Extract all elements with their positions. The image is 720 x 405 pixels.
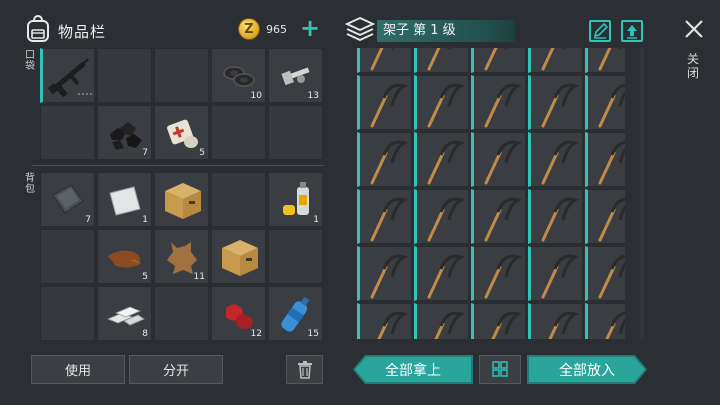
pocket-slot-empty[interactable] <box>40 105 95 160</box>
pocket-slot-empty[interactable] <box>97 48 152 103</box>
shelf-slot-sickle[interactable] <box>528 303 583 339</box>
shelf-slot-sickle[interactable] <box>357 48 412 73</box>
shelf-slot-sickle[interactable] <box>357 246 412 301</box>
shelf-icon <box>345 17 375 41</box>
backpack-slot-aluminum-plate[interactable]: 1 <box>97 172 152 227</box>
pocket-slot-coal[interactable]: 7 <box>97 105 152 160</box>
shelf-slot-sickle[interactable] <box>414 48 469 73</box>
shelf-slot-sickle[interactable] <box>528 189 583 244</box>
trash-icon <box>297 360 312 379</box>
shelf-title: 架子 第 1 级 <box>377 20 515 42</box>
backpack-icon <box>27 15 49 42</box>
shelf-slot-sickle[interactable] <box>471 189 526 244</box>
backpack-slot-empty[interactable] <box>268 229 323 284</box>
edit-icon[interactable] <box>589 20 611 42</box>
shelf-slot-sickle[interactable] <box>585 303 625 339</box>
shelf-slot-sickle[interactable] <box>471 48 526 73</box>
backpack-slot-empty[interactable] <box>211 172 266 227</box>
take-all-button[interactable]: 全部拿上 <box>353 355 473 384</box>
item-quantity: 5 <box>199 148 205 158</box>
section-divider <box>32 165 324 166</box>
shelf-slot-sickle[interactable] <box>585 246 625 301</box>
backpack-slot-empty[interactable] <box>40 286 95 341</box>
shelf-slot-sickle[interactable] <box>528 75 583 130</box>
backpack-slot-animal-hide[interactable]: 11 <box>154 229 209 284</box>
item-quantity: 1 <box>313 215 319 225</box>
shelf-slot-sickle[interactable] <box>414 189 469 244</box>
backpack-slot-iron-plate[interactable]: 7 <box>40 172 95 227</box>
item-quantity: 7 <box>85 215 91 225</box>
shelf-slot-sickle[interactable] <box>414 303 469 339</box>
trash-button[interactable] <box>286 355 323 384</box>
item-quantity: 15 <box>307 329 319 339</box>
close-label: 关闭 <box>686 52 699 80</box>
pocket-slot-empty[interactable] <box>211 105 266 160</box>
backpack-slot-water-bottle[interactable]: 15 <box>268 286 323 341</box>
shelf-slot-sickle[interactable] <box>528 48 583 73</box>
shelf-slot-sickle[interactable] <box>528 132 583 187</box>
coin-icon: Z <box>238 18 260 40</box>
shelf-slot-sickle[interactable] <box>414 75 469 130</box>
split-button[interactable]: 分开 <box>129 355 223 384</box>
pocket-slot-assault-rifle[interactable] <box>40 48 95 103</box>
grid-sort-icon <box>492 361 508 377</box>
shelf-slot-sickle[interactable] <box>357 189 412 244</box>
backpack-slot-raw-meat[interactable]: 12 <box>211 286 266 341</box>
shelf-slot-sickle[interactable] <box>585 132 625 187</box>
shelf-slot-sickle[interactable] <box>585 48 625 73</box>
shelf-slot-sickle[interactable] <box>471 303 526 339</box>
shelf-slot-sickle[interactable] <box>585 189 625 244</box>
pocket-label: 口袋 <box>25 50 35 72</box>
item-quantity: 13 <box>307 91 319 101</box>
shelf-slot-sickle[interactable] <box>528 246 583 301</box>
backpack-slot-spray-can[interactable]: 1 <box>268 172 323 227</box>
pocket-slot-empty[interactable] <box>154 48 209 103</box>
shelf-slot-sickle[interactable] <box>414 132 469 187</box>
shelf-slot-sickle[interactable] <box>357 75 412 130</box>
pocket-slot-empty[interactable] <box>268 105 323 160</box>
item-quantity: 5 <box>142 272 148 282</box>
backpack-slot-cardboard-box[interactable] <box>211 229 266 284</box>
coin-count: 965 <box>266 23 287 36</box>
shelf-scrollbar[interactable] <box>640 48 644 339</box>
pocket-slot-bolts[interactable]: 13 <box>268 48 323 103</box>
upload-icon[interactable] <box>621 20 643 42</box>
shelf-slot-sickle[interactable] <box>357 303 412 339</box>
backpack-slot-cardboard-box[interactable] <box>154 172 209 227</box>
take-all-label: 全部拿上 <box>385 362 441 379</box>
shelf-slot-sickle[interactable] <box>585 75 625 130</box>
sort-button[interactable] <box>479 355 521 384</box>
item-quantity: 12 <box>250 329 262 339</box>
shelf-slot-sickle[interactable] <box>471 75 526 130</box>
shelf-slot-sickle[interactable] <box>414 246 469 301</box>
use-button[interactable]: 使用 <box>31 355 125 384</box>
add-coins-button[interactable]: + <box>300 16 320 40</box>
item-quantity: 10 <box>250 91 262 101</box>
backpack-slot-empty[interactable] <box>154 286 209 341</box>
backpack-slot-leather[interactable]: 5 <box>97 229 152 284</box>
put-all-button[interactable]: 全部放入 <box>527 355 647 384</box>
backpack-slot-empty[interactable] <box>40 229 95 284</box>
shelf-slot-sickle[interactable] <box>471 246 526 301</box>
shelf-slot-sickle[interactable] <box>357 132 412 187</box>
pocket-slot-bandage-kit[interactable]: 5 <box>154 105 209 160</box>
shelf-grid[interactable] <box>357 48 625 339</box>
item-quantity: 1 <box>142 215 148 225</box>
item-quantity: 11 <box>193 272 205 282</box>
backpack-slot-aluminum-ingot[interactable]: 8 <box>97 286 152 341</box>
item-quantity: 8 <box>142 329 148 339</box>
inventory-title: 物品栏 <box>58 23 107 41</box>
close-icon[interactable] <box>683 18 705 40</box>
put-all-label: 全部放入 <box>559 362 615 379</box>
backpack-label: 背包 <box>25 173 35 195</box>
item-quantity: 7 <box>142 148 148 158</box>
pocket-slot-washers[interactable]: 10 <box>211 48 266 103</box>
shelf-slot-sickle[interactable] <box>471 132 526 187</box>
